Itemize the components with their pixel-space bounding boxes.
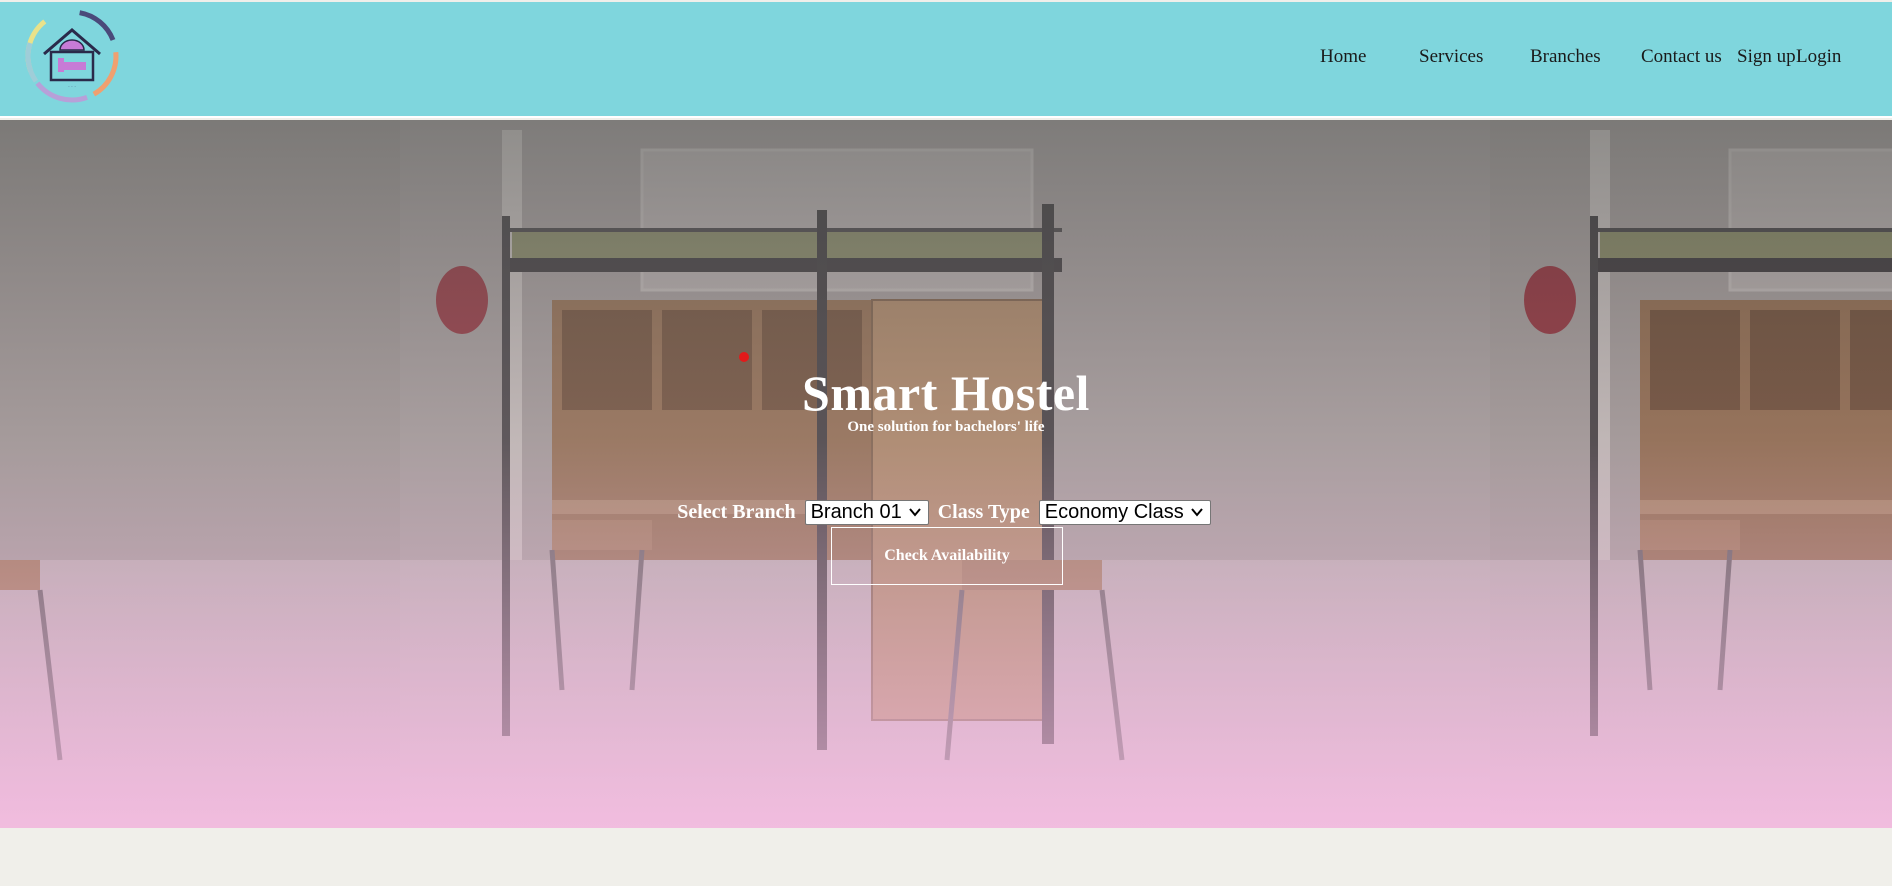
hero-subtitle: One solution for bachelors' life xyxy=(847,419,1045,435)
branch-select-value: Branch 01 xyxy=(810,501,902,523)
nav-branches-link[interactable]: Branches xyxy=(1530,46,1601,68)
availability-form: Select Branch Branch 01 Class Type Econo… xyxy=(0,500,1892,525)
hero-gradient-overlay xyxy=(0,120,1892,828)
nav-signup-link[interactable]: Sign up xyxy=(1737,46,1796,68)
nav-contact-link[interactable]: Contact us xyxy=(1641,46,1722,68)
hostel-logo-icon[interactable]: · · · xyxy=(22,6,122,106)
chevron-down-icon xyxy=(908,508,921,517)
hero-section: Smart Hostel One solution for bachelors'… xyxy=(0,120,1892,828)
nav-login-link[interactable]: Login xyxy=(1796,46,1841,68)
top-navbar: · · · Home Services Branches Contact us … xyxy=(0,2,1892,118)
class-type-select[interactable]: Economy Class xyxy=(1038,500,1211,525)
class-type-label: Class Type xyxy=(937,501,1030,523)
check-availability-button[interactable]: Check Availability xyxy=(831,527,1063,585)
chevron-down-icon xyxy=(1190,508,1203,517)
branch-label: Select Branch xyxy=(677,501,796,523)
svg-text:· · ·: · · · xyxy=(68,84,76,90)
hero-title: Smart Hostel xyxy=(802,365,1090,421)
mouse-cursor-dot xyxy=(739,352,749,362)
class-type-select-value: Economy Class xyxy=(1044,501,1184,523)
nav-services-link[interactable]: Services xyxy=(1419,46,1483,68)
nav-home-link[interactable]: Home xyxy=(1320,46,1366,68)
branch-select[interactable]: Branch 01 xyxy=(804,500,929,525)
